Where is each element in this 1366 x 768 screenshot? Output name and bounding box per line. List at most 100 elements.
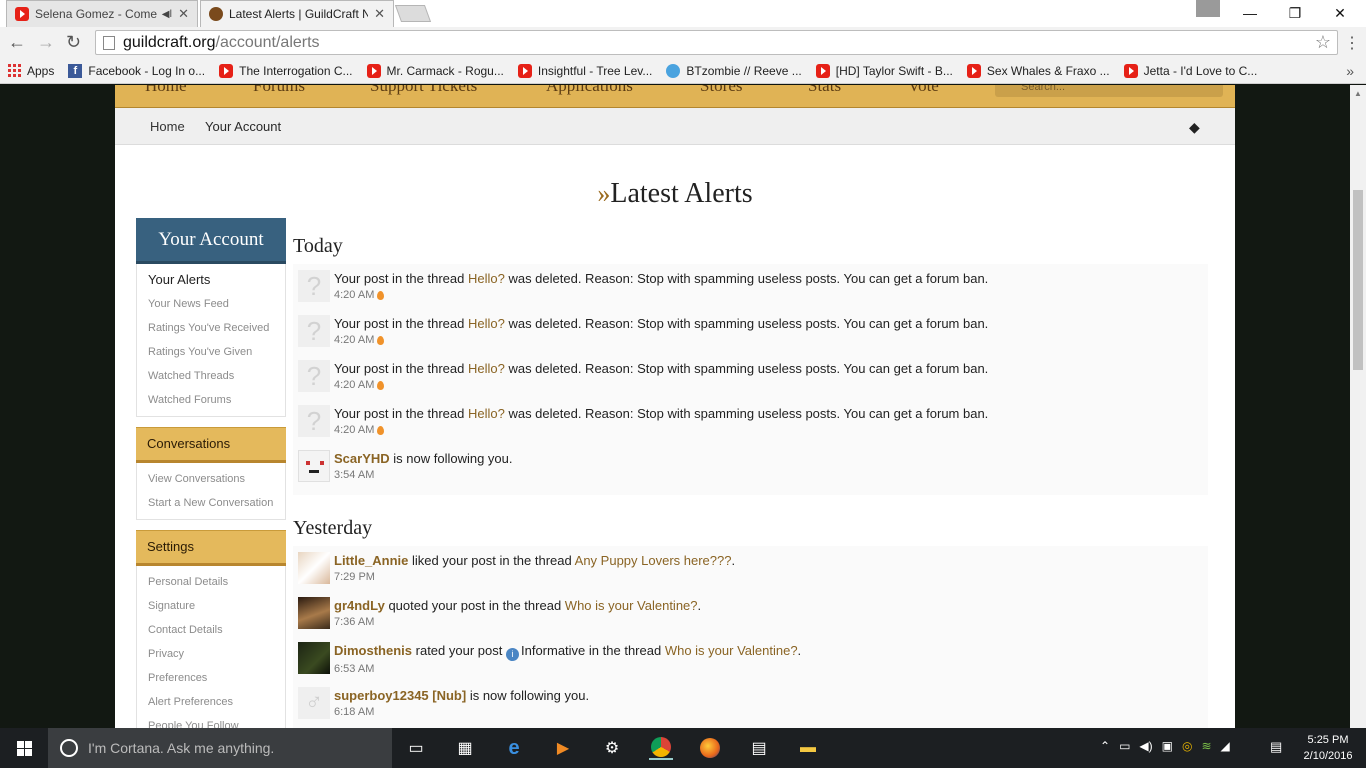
tray-stack-icon[interactable]: ≋ (1201, 739, 1211, 753)
sidebar-item-start-conversation[interactable]: Start a New Conversation (137, 491, 285, 515)
sidebar-item-people-you-follow[interactable]: People You Follow (137, 714, 285, 728)
sidebar-item-ratings-received[interactable]: Ratings You've Received (137, 316, 285, 340)
thread-link[interactable]: Who is your Valentine? (665, 643, 798, 658)
nav-applications[interactable]: Applications (546, 85, 633, 96)
nav-vote[interactable]: Vote (908, 85, 939, 96)
volume-icon[interactable]: ◀) (1139, 739, 1152, 753)
battery-icon[interactable]: ▭ (1119, 739, 1130, 753)
nav-stats[interactable]: Stats (808, 85, 841, 96)
sidebar-item-alert-preferences[interactable]: Alert Preferences (137, 690, 285, 714)
sidebar-item-watched-forums[interactable]: Watched Forums (137, 388, 285, 412)
tray-app-icon[interactable]: ◎ (1182, 739, 1192, 753)
sidebar-item-your-alerts[interactable]: Your Alerts (137, 268, 285, 292)
close-tab-icon[interactable]: ✕ (178, 6, 189, 22)
firefox-icon[interactable] (698, 736, 722, 760)
username-link[interactable]: Little_Annie (334, 553, 408, 568)
chevron-right-icon[interactable]: » (1346, 63, 1354, 79)
breadcrumb-home[interactable]: Home (150, 119, 185, 134)
bookmark-jetta[interactable]: Jetta - I'd Love to C... (1123, 63, 1257, 78)
username-link[interactable]: Dimosthenis (334, 643, 412, 658)
sidebar-item-contact-details[interactable]: Contact Details (137, 618, 285, 642)
bookmark-facebook[interactable]: f Facebook - Log In o... (68, 63, 205, 78)
sidebar-item-signature[interactable]: Signature (137, 594, 285, 618)
user-avatar[interactable] (298, 597, 330, 629)
username-link[interactable]: gr4ndLy (334, 598, 385, 613)
steam-icon[interactable]: ⚙ (600, 736, 624, 760)
bookmark-taylor-swift[interactable]: [HD] Taylor Swift - B... (815, 63, 953, 78)
bookmark-interrogation[interactable]: The Interrogation C... (219, 63, 353, 78)
network-icon[interactable]: ▣ (1162, 739, 1173, 753)
store-icon[interactable]: ▦ (453, 736, 477, 760)
default-avatar[interactable]: ? (298, 405, 330, 437)
profile-icon[interactable] (1196, 0, 1220, 17)
minimize-button[interactable]: — (1228, 0, 1272, 26)
notifications-icon[interactable]: ▤ (1270, 739, 1282, 755)
address-bar[interactable]: guildcraft.org/account/alerts ☆ (95, 30, 1338, 55)
thread-link[interactable]: Any Puppy Lovers here??? (575, 553, 732, 568)
thread-link[interactable]: Who is your Valentine? (565, 598, 698, 613)
sidebar-item-view-conversations[interactable]: View Conversations (137, 467, 285, 491)
breadcrumb-current[interactable]: Your Account (205, 119, 281, 134)
close-window-button[interactable]: ✕ (1318, 0, 1362, 26)
browser-tab-alerts[interactable]: Latest Alerts | GuildCraft N ✕ (200, 0, 394, 27)
default-avatar[interactable]: ? (298, 270, 330, 302)
browser-tab-selena[interactable]: Selena Gomez - Come · ◀ǀ ✕ (6, 0, 198, 27)
alert-time: 6:53 AM (334, 663, 375, 675)
edge-icon[interactable]: e (502, 736, 526, 760)
user-avatar[interactable] (298, 552, 330, 584)
layers-icon[interactable]: ◆ (1189, 119, 1200, 136)
bookmark-btzombie[interactable]: BTzombie // Reeve ... (666, 63, 802, 78)
reload-icon[interactable]: ↻ (66, 32, 81, 53)
sidebar-settings-header[interactable]: Settings (136, 530, 286, 566)
media-player-icon[interactable]: ▶ (551, 736, 575, 760)
speaker-icon[interactable]: ◀ǀ (162, 9, 172, 20)
search-input[interactable]: Search... (995, 85, 1223, 97)
nav-forums[interactable]: Forums (253, 85, 305, 96)
bookmark-carmack[interactable]: Mr. Carmack - Rogu... (366, 63, 504, 78)
photos-icon[interactable]: ▤ (747, 736, 771, 760)
start-button[interactable] (0, 728, 48, 768)
task-view-icon[interactable]: ▭ (404, 736, 428, 760)
nav-support-tickets[interactable]: Support Tickets (370, 85, 477, 96)
thread-link[interactable]: Hello? (468, 406, 505, 421)
male-avatar-icon[interactable]: ♂ (298, 687, 330, 719)
file-explorer-icon[interactable]: ▬ (796, 736, 820, 760)
username-link[interactable]: superboy12345 [Nub] (334, 688, 466, 703)
sidebar-conversations-header[interactable]: Conversations (136, 427, 286, 463)
thread-link[interactable]: Hello? (468, 271, 505, 286)
sidebar-item-watched-threads[interactable]: Watched Threads (137, 364, 285, 388)
forward-arrow-icon[interactable]: → (37, 32, 55, 53)
cortana-search-box[interactable]: I'm Cortana. Ask me anything. (48, 728, 392, 768)
thread-link[interactable]: Hello? (468, 316, 505, 331)
scroll-up-icon[interactable]: ▲ (1354, 89, 1362, 98)
sidebar-item-preferences[interactable]: Preferences (137, 666, 285, 690)
nav-home[interactable]: Home (145, 85, 187, 96)
nav-stores[interactable]: Stores (700, 85, 743, 96)
bookmark-apps[interactable]: Apps (8, 64, 54, 78)
chevron-up-icon[interactable]: ⌃ (1100, 739, 1110, 753)
sidebar-account-header[interactable]: Your Account (136, 218, 286, 264)
thread-link[interactable]: Hello? (468, 361, 505, 376)
bookmark-insightful[interactable]: Insightful - Tree Lev... (517, 63, 652, 78)
wifi-icon[interactable]: ◢ (1221, 739, 1230, 753)
default-avatar[interactable]: ? (298, 360, 330, 392)
user-avatar[interactable] (298, 642, 330, 674)
bookmark-sex-whales[interactable]: Sex Whales & Fraxo ... (966, 63, 1110, 78)
bookmark-star-icon[interactable]: ☆ (1315, 32, 1331, 53)
restore-button[interactable]: ❐ (1273, 0, 1317, 26)
sidebar-item-ratings-given[interactable]: Ratings You've Given (137, 340, 285, 364)
close-tab-icon[interactable]: ✕ (374, 6, 385, 22)
page-scrollbar[interactable]: ▲ (1350, 85, 1366, 728)
user-avatar[interactable] (298, 450, 330, 482)
scroll-thumb[interactable] (1353, 190, 1363, 370)
sidebar-item-news-feed[interactable]: Your News Feed (137, 292, 285, 316)
default-avatar[interactable]: ? (298, 315, 330, 347)
chrome-menu-icon[interactable]: ⋮ (1344, 33, 1360, 53)
sidebar-item-privacy[interactable]: Privacy (137, 642, 285, 666)
sidebar-item-personal-details[interactable]: Personal Details (137, 570, 285, 594)
username-link[interactable]: ScarYHD (334, 451, 390, 466)
new-tab-button[interactable] (394, 5, 432, 22)
back-arrow-icon[interactable]: ← (8, 32, 26, 53)
chrome-icon[interactable] (649, 736, 673, 760)
taskbar-clock[interactable]: 5:25 PM 2/10/2016 (1300, 732, 1356, 764)
